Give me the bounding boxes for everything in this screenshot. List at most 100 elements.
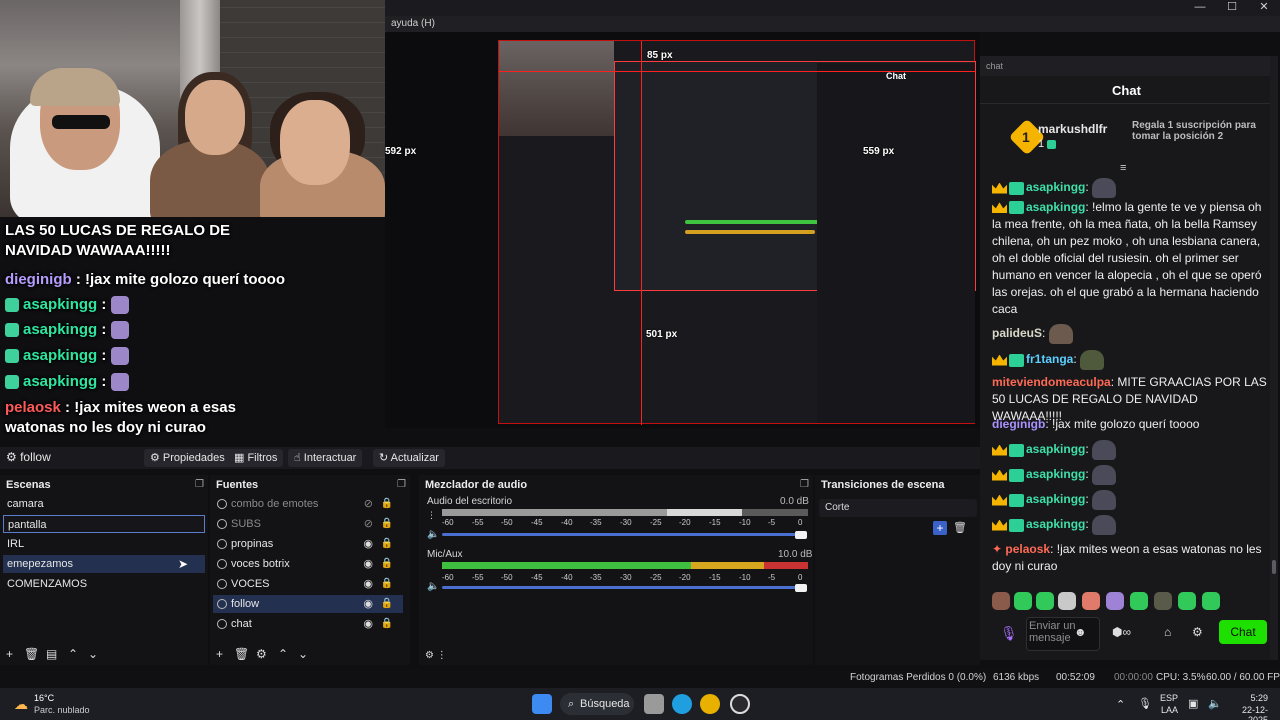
clock-date[interactable]: 22-12-2025 — [1222, 705, 1268, 720]
properties-button[interactable]: ⚙ Propiedades — [144, 449, 231, 467]
undock-icon[interactable]: ❐ — [397, 479, 406, 490]
transitions-title: Transiciones de escena — [821, 479, 945, 491]
store-icon[interactable]: ⌂ — [1164, 625, 1171, 639]
speaker-icon[interactable]: 🔈 — [427, 529, 439, 540]
emoji-icon[interactable]: ☻ — [1074, 625, 1087, 639]
meter-tick-label: -60 — [442, 573, 454, 582]
chrome-icon[interactable] — [700, 694, 720, 714]
preview-chat-source: Chat — [817, 63, 975, 423]
chat-message-input[interactable]: Enviar un mensaje — [1026, 617, 1100, 651]
meter-tick-label: -20 — [679, 573, 691, 582]
add-scene-button[interactable]: + — [6, 647, 13, 661]
mixer-settings-icon[interactable]: ⚙ ⋮ — [425, 650, 447, 661]
chat-scrollbar[interactable] — [1270, 56, 1278, 660]
source-properties-icon[interactable]: ⚙ — [256, 647, 267, 661]
meter-tick-label: 0 — [798, 518, 803, 527]
remove-transition-button[interactable]: 🗑 — [953, 521, 967, 534]
refresh-button[interactable]: ↻ Actualizar — [373, 449, 445, 467]
interact-button[interactable]: ☝ Interactuar — [288, 449, 363, 467]
audio-meter — [442, 509, 808, 516]
speaker-icon[interactable]: 🔈 — [427, 581, 439, 592]
undock-icon[interactable]: ❐ — [195, 479, 204, 490]
emote-picker-strip[interactable] — [992, 590, 1270, 614]
windows-taskbar: ☁ 16°C Parc. nublado ⌕ Búsqueda ⌃ 🎙 ESP L… — [0, 688, 1280, 720]
weather-desc[interactable]: Parc. nublado — [34, 705, 90, 715]
clock-time[interactable]: 5:29 — [1222, 693, 1268, 703]
chat-message: fr1tanga: — [992, 350, 1267, 370]
add-transition-button[interactable]: + — [933, 521, 947, 535]
meter-tick-label: -45 — [531, 518, 543, 527]
scene-item[interactable]: emepezamos — [3, 555, 205, 573]
emote-icon — [1092, 465, 1117, 485]
move-down-icon[interactable]: ⌄ — [298, 647, 308, 661]
remove-source-button[interactable]: 🗑 — [234, 647, 249, 661]
edge-icon[interactable] — [672, 694, 692, 714]
scene-filters-button[interactable]: ▤ — [46, 647, 57, 661]
volume-slider[interactable] — [442, 533, 804, 536]
source-item[interactable]: combo de emotes ⊘ 🔒 — [213, 495, 403, 513]
overlay-message: dieginigb : !jax mite golozo querí toooo — [5, 271, 285, 288]
obs-preview-canvas[interactable]: Chat 85 px 592 px 559 px 501 px — [385, 32, 980, 428]
remove-scene-button[interactable]: 🗑 — [24, 647, 39, 661]
task-view-icon[interactable] — [644, 694, 664, 714]
volume-icon[interactable]: ⋮ — [427, 510, 436, 521]
fps: 60.00 / 60.00 FPS — [1206, 672, 1280, 683]
start-icon[interactable] — [532, 694, 552, 714]
source-item[interactable]: follow ◉ 🔒 — [213, 595, 403, 613]
close-button[interactable]: ✕ — [1249, 0, 1279, 14]
chat-send-button[interactable]: Chat — [1219, 620, 1267, 644]
menu-help[interactable]: ayuda (H) — [385, 16, 441, 32]
volume-slider-knob[interactable] — [795, 531, 807, 539]
crown-icon — [992, 444, 1007, 456]
meter-tick-label: -45 — [531, 573, 543, 582]
tray-chevron-icon[interactable]: ⌃ — [1116, 698, 1125, 711]
meter-tick-label: -5 — [768, 518, 776, 527]
move-down-icon[interactable]: ⌄ — [88, 647, 98, 661]
filters-button[interactable]: ▦ Filtros — [228, 449, 284, 467]
chat-url-bar[interactable]: chat — [980, 56, 1273, 76]
move-up-icon[interactable]: ⌃ — [278, 647, 288, 661]
undock-icon[interactable]: ❐ — [800, 479, 809, 490]
scene-item[interactable]: COMENZAMOS — [3, 575, 205, 593]
settings-icon[interactable]: ⚙ — [1192, 625, 1203, 639]
taskbar-search[interactable]: ⌕ Búsqueda — [560, 693, 634, 715]
source-item[interactable]: SUBS ⊘ 🔒 — [213, 515, 403, 533]
sources-title: Fuentes — [216, 479, 259, 491]
gift-prompt[interactable]: Regala 1 suscripción para tomar la posic… — [1132, 120, 1267, 142]
transition-select[interactable]: Corte — [819, 499, 977, 517]
preview-source-bounds[interactable]: Chat — [498, 40, 976, 425]
crown-icon — [992, 519, 1007, 531]
stream-overlay-chat: LAS 50 LUCAS DE REGALO DE NAVIDAD WAWAAA… — [0, 217, 300, 447]
mixer-title: Mezclador de audio — [425, 479, 528, 491]
source-item[interactable]: VOCES ◉ 🔒 — [213, 575, 403, 593]
scene-item[interactable]: camara — [3, 495, 205, 513]
lang-indicator-2[interactable]: LAA — [1161, 705, 1178, 715]
minimize-button[interactable]: — — [1185, 0, 1215, 14]
network-icon[interactable]: ▣ — [1188, 697, 1198, 710]
weather-temp[interactable]: 16°C — [34, 693, 54, 703]
add-source-button[interactable]: + — [216, 647, 223, 661]
meter-tick-label: -30 — [620, 518, 632, 527]
source-item[interactable]: chat ◉ 🔒 — [213, 615, 403, 633]
bits-icon[interactable]: ⬢∞ — [1112, 625, 1131, 639]
mixer-channel-name: Audio del escritorio — [427, 496, 513, 507]
volume-slider[interactable] — [442, 586, 804, 589]
scenes-dock: Escenas ❐ camara pantalla IRL emepezamos… — [0, 475, 208, 665]
meter-tick-label: -15 — [709, 573, 721, 582]
mic-tray-icon[interactable]: 🎙 — [1138, 697, 1152, 710]
scene-item[interactable]: IRL — [3, 535, 205, 553]
volume-tray-icon[interactable]: 🔈 — [1208, 697, 1222, 710]
volume-slider-knob[interactable] — [795, 584, 807, 592]
obs-icon[interactable] — [730, 694, 750, 714]
scene-item[interactable]: pantalla — [3, 515, 205, 533]
chat-filter-icon[interactable]: ≡ — [1120, 162, 1126, 174]
lang-indicator[interactable]: ESP — [1160, 693, 1178, 703]
source-item[interactable]: voces botrix ◉ 🔒 — [213, 555, 403, 573]
mic-icon[interactable]: 🎙 — [1000, 625, 1018, 642]
current-source-label: ⚙ follow — [6, 450, 51, 464]
meter-tick-label: -40 — [561, 518, 573, 527]
emote-icon — [110, 296, 129, 315]
source-item[interactable]: propinas ◉ 🔒 — [213, 535, 403, 553]
move-up-icon[interactable]: ⌃ — [68, 647, 78, 661]
maximize-button[interactable]: ☐ — [1217, 0, 1247, 14]
